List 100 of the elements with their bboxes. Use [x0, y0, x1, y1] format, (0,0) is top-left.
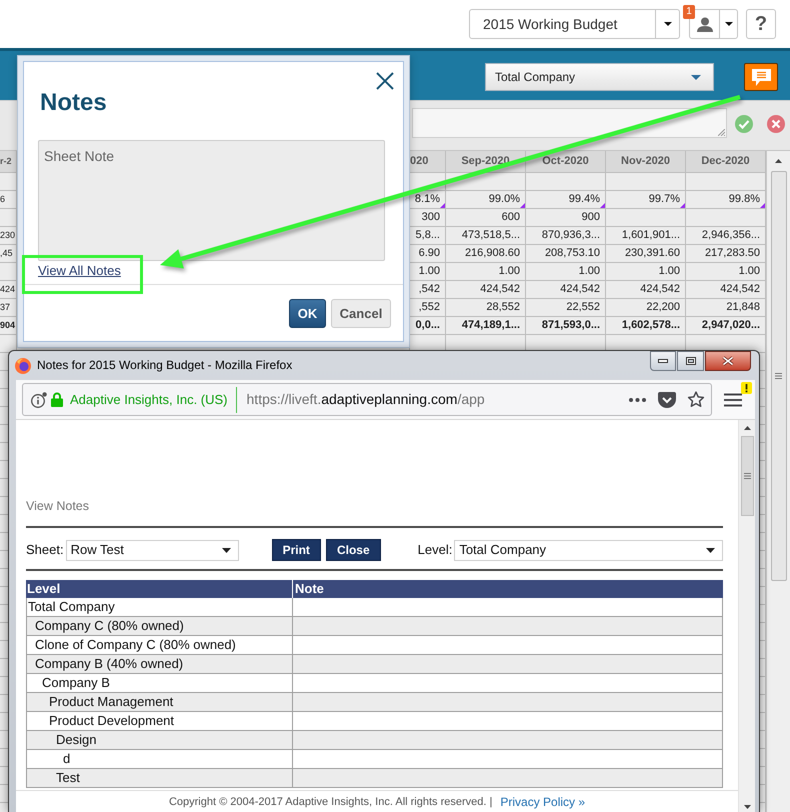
column-header: Nov-2020	[606, 151, 686, 173]
close-button[interactable]: Close	[326, 539, 381, 561]
amount-text: 474,189,1...	[462, 319, 520, 332]
column-header: Oct-2020	[526, 151, 606, 173]
level-cell: Company B (40% owned)	[26, 655, 293, 674]
maximize-button[interactable]	[677, 351, 704, 371]
level-cell: Test	[26, 769, 293, 788]
level-cell: Total Company	[26, 598, 293, 617]
minimize-icon	[658, 359, 668, 363]
sheet-label: Sheet:	[26, 542, 64, 558]
amount-text: 424,542	[560, 283, 600, 296]
level-cell: d	[26, 750, 293, 769]
caret-icon	[724, 22, 732, 26]
column-header: Level	[26, 580, 293, 598]
scroll-down-icon[interactable]	[744, 805, 750, 809]
view-all-notes-link[interactable]: View All Notes	[38, 263, 121, 279]
amount-text: 5,8...	[416, 229, 440, 242]
scrollbar-thumb[interactable]	[770, 171, 786, 581]
amount-text: 2,947,020...	[702, 319, 760, 332]
formula-input-field[interactable]	[412, 108, 727, 138]
level-cell: Company C (80% owned)	[26, 617, 293, 636]
amount-text: 37	[0, 302, 10, 313]
amount-text: 1.00	[738, 265, 760, 278]
help-button[interactable]: ?	[746, 9, 776, 39]
notification-badge: 1	[683, 5, 695, 19]
amount-text: 1.00	[658, 265, 680, 278]
amount-text: 424	[0, 284, 16, 295]
caret-icon	[664, 22, 672, 26]
amount-text: 300	[422, 211, 440, 224]
amount-text: 870,936,3...	[542, 229, 600, 242]
scroll-up-icon[interactable]	[744, 426, 750, 430]
more-icon[interactable]	[629, 398, 646, 402]
grip-icon	[775, 373, 782, 379]
notes-button[interactable]	[744, 63, 778, 91]
cancel-button[interactable]: Cancel	[331, 299, 391, 328]
warning-badge-icon	[741, 382, 752, 394]
amount-text: 1.00	[578, 265, 600, 278]
amount-text: 217,283.50	[704, 247, 760, 260]
grip-icon	[744, 473, 750, 479]
lock-icon	[51, 392, 63, 407]
amount-text: 216,908.60	[464, 247, 520, 260]
minimize-button[interactable]	[650, 351, 676, 371]
amount-text: 1,602,578...	[622, 319, 680, 332]
browser-logo-icon	[15, 358, 31, 374]
amount-text: 99.0%	[488, 193, 520, 206]
star-icon[interactable]	[687, 391, 705, 408]
person-icon	[696, 16, 712, 32]
copyright-text: Copyright © 2004-2017 Adaptive Insights, Inc. All rights reserved. |	[168, 794, 492, 808]
maximize-icon	[686, 357, 696, 365]
level-cell: Design	[26, 731, 293, 750]
amount-text: 6	[0, 194, 6, 205]
amount-text: 99.8%	[728, 193, 760, 206]
info-icon[interactable]	[31, 392, 47, 408]
column-header: Note	[293, 580, 723, 598]
amount-text: 208,753.10	[544, 247, 600, 260]
address-bar[interactable]: Adaptive Insights, Inc. (US) https://liveft.adaptiveplanning.com/app	[22, 383, 712, 416]
amount-text: 99.4%	[568, 193, 600, 206]
sheet-select[interactable]: Row Test	[66, 540, 239, 560]
window-title: Notes for 2015 Working Budget - Mozilla Firefox	[37, 358, 292, 373]
amount-text: 0,0...	[416, 319, 440, 332]
amount-text: 230,391.60	[624, 247, 680, 260]
workbook-dropdown[interactable]: 2015 Working Budget	[469, 9, 680, 39]
note-textarea[interactable]: Sheet Note	[38, 140, 385, 261]
scrollbar-thumb[interactable]	[740, 436, 754, 516]
close-icon	[376, 72, 394, 90]
close-icon	[722, 356, 734, 366]
amount-text: 2,946,356...	[702, 229, 760, 242]
level-dropdown[interactable]: Total Company	[485, 63, 714, 91]
resize-grip-icon	[718, 129, 725, 136]
caret-icon	[691, 74, 701, 80]
dialog-title: Notes	[40, 89, 107, 117]
amount-text: 1,601,901...	[622, 229, 680, 242]
amount-text: 6.90	[418, 247, 440, 260]
close-button[interactable]	[376, 72, 394, 90]
column-header: Sep-2020	[446, 151, 526, 173]
amount-text: 424,542	[480, 283, 520, 296]
close-window-button[interactable]	[705, 351, 751, 371]
amount-text: 904	[0, 320, 16, 331]
menu-icon[interactable]	[724, 392, 744, 406]
level-select[interactable]: Total Company	[454, 540, 723, 560]
caret-icon	[706, 548, 715, 552]
amount-text: 871,593,0...	[542, 319, 600, 332]
amount-text: 28,552	[486, 301, 520, 314]
amount-text: 473,518,5...	[462, 229, 520, 242]
cancel-icon[interactable]	[767, 115, 785, 133]
scroll-up-icon[interactable]	[775, 159, 782, 163]
amount-text: 230	[0, 230, 16, 241]
chevron-shield-icon[interactable]	[658, 392, 676, 408]
amount-text: ,552	[418, 301, 440, 314]
ok-button[interactable]: OK	[289, 299, 326, 328]
amount-text: 8.1%	[414, 193, 440, 206]
amount-text: 424,542	[720, 283, 760, 296]
url-text[interactable]: https://liveft.adaptiveplanning.com/app	[246, 391, 485, 408]
level-cell: Product Development	[26, 712, 293, 731]
amount-text: 22,200	[646, 301, 680, 314]
level-cell: Product Management	[26, 693, 293, 712]
user-menu-button[interactable]	[689, 9, 738, 39]
amount-text: 424,542	[640, 283, 680, 296]
print-button[interactable]: Print	[272, 539, 321, 561]
privacy-policy-link[interactable]: Privacy Policy »	[500, 794, 586, 808]
